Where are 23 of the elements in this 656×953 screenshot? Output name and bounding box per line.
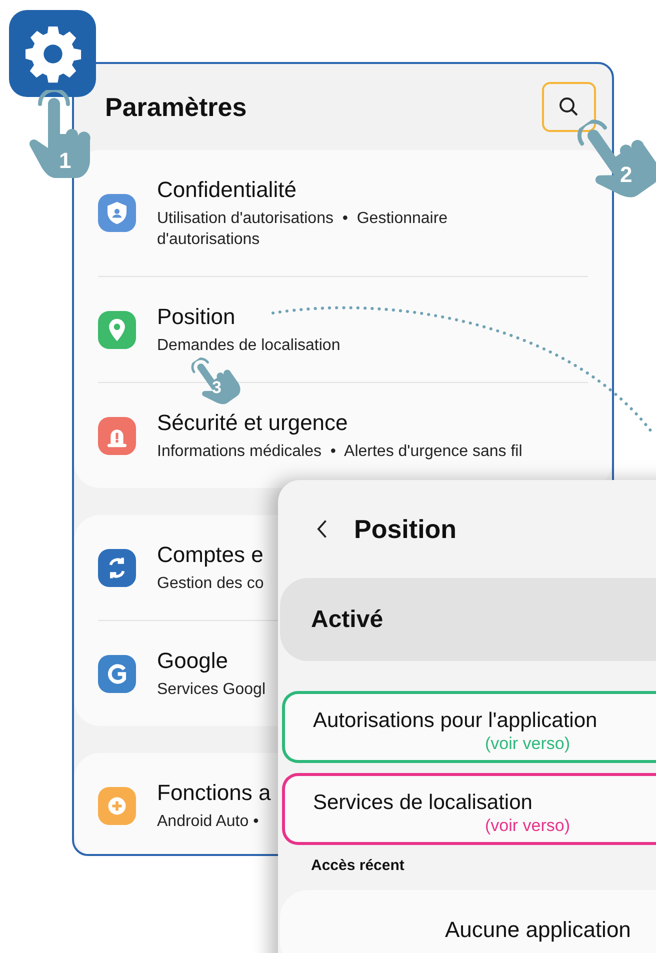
see-back-note: (voir verso)	[485, 816, 572, 836]
item-subtitle: Services Googl	[157, 680, 266, 700]
item-title: Comptes e	[157, 541, 264, 569]
item-title: Confidentialité	[157, 176, 296, 204]
status-label: Activé	[311, 604, 384, 634]
section-header: Accès récent	[311, 856, 406, 876]
item-subtitle: Android Auto •	[157, 812, 259, 832]
screen-title: Paramètres	[105, 90, 247, 124]
item-subtitle: Informations médicales • Alertes d'urgence sans fil	[157, 442, 522, 462]
item-subtitle: Utilisation d'autorisations • Gestionnaire d'autorisations	[157, 209, 449, 250]
option-label: Services de localisation	[313, 790, 534, 816]
item-title: Google	[157, 647, 228, 675]
empty-message: Aucune application	[445, 916, 631, 944]
item-subtitle: Gestion des co	[157, 574, 264, 594]
item-title: Sécurité et urgence	[157, 409, 348, 437]
option-label: Autorisations pour l'application	[313, 708, 598, 734]
see-back-note: (voir verso)	[485, 734, 572, 754]
step-number: 1	[59, 147, 72, 175]
item-title: Fonctions a	[157, 779, 271, 807]
item-title: Position	[157, 303, 236, 331]
item-subtitle: Demandes de localisation	[157, 336, 340, 356]
step-number: 2	[620, 161, 632, 189]
screen-title: Position	[354, 512, 457, 546]
